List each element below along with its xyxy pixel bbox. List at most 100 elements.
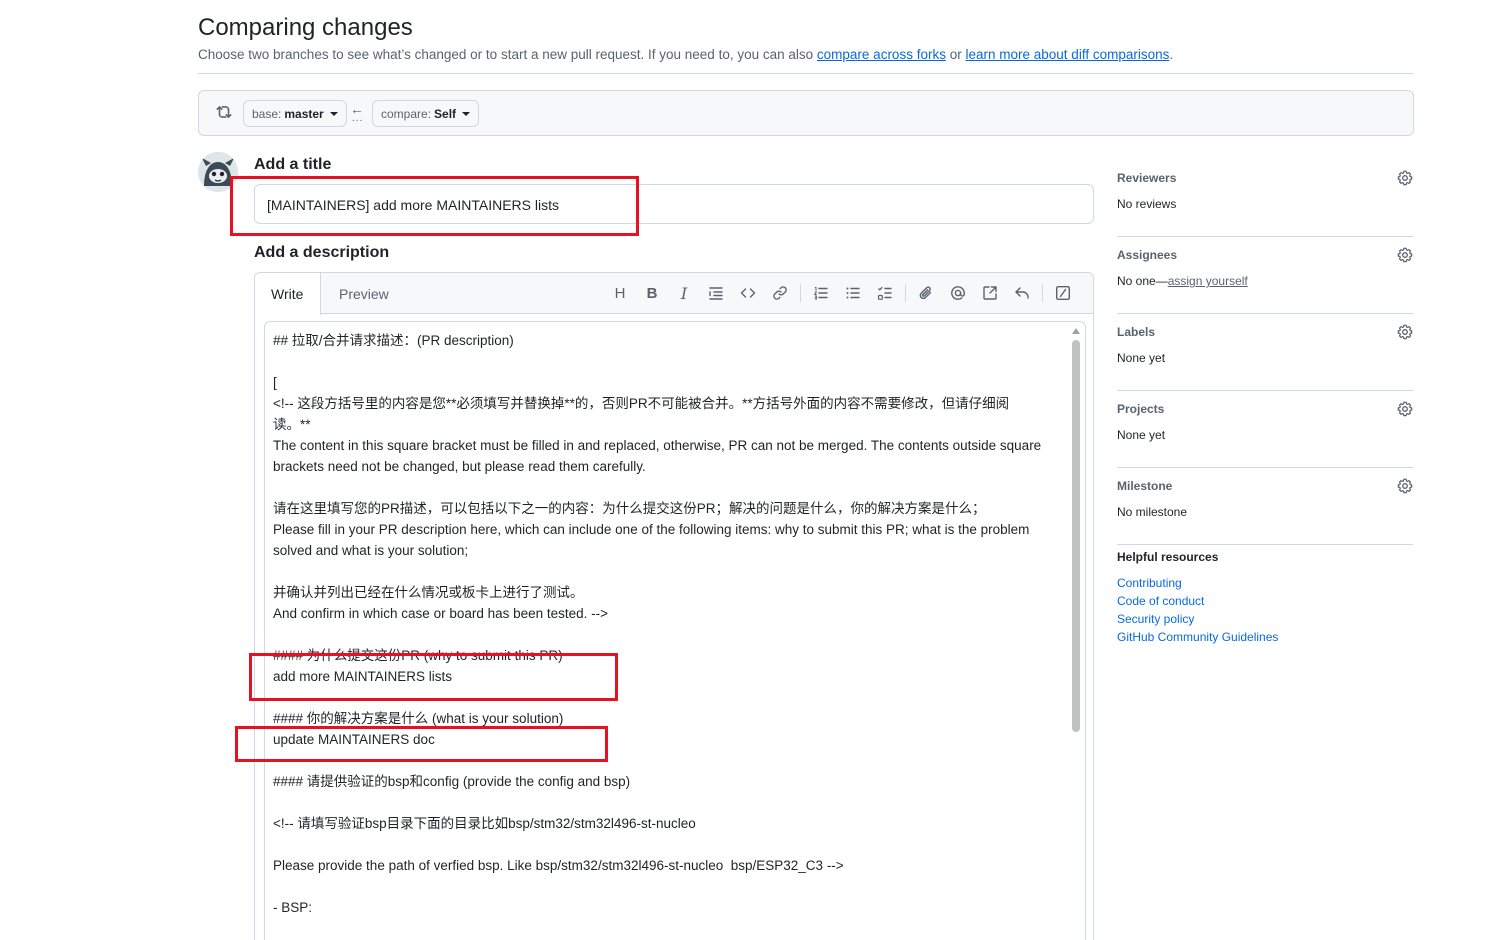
toolbar-divider — [905, 284, 906, 302]
description-line — [273, 687, 1068, 708]
chevron-down-icon — [329, 111, 338, 116]
avatar[interactable] — [198, 152, 238, 192]
slash-command-icon[interactable] — [1047, 283, 1079, 303]
description-line: add more MAINTAINERS lists — [273, 669, 453, 684]
labels-value: None yet — [1117, 351, 1166, 365]
description-line: #### 为什么提交这份PR (why to submit this PR) — [273, 648, 563, 663]
resources-title: Helpful resources — [1117, 550, 1219, 564]
sidebar-labels: Labels None yet — [1117, 314, 1413, 391]
sidebar-reviewers: Reviewers No reviews — [1117, 160, 1413, 237]
editor-header: Write Preview H B I — [255, 273, 1093, 315]
code-icon[interactable] — [732, 283, 764, 303]
paperclip-icon[interactable] — [910, 283, 942, 303]
ordered-list-icon[interactable] — [805, 283, 837, 303]
reviewers-title[interactable]: Reviewers — [1117, 171, 1176, 185]
bold-icon[interactable]: B — [636, 283, 668, 303]
tab-preview[interactable]: Preview — [323, 273, 405, 314]
description-line: Please fill in your PR description here,… — [273, 522, 1030, 537]
learn-diff-link[interactable]: learn more about diff comparisons — [966, 47, 1170, 62]
description-line — [273, 792, 1068, 813]
branch-range-bar: base: master ← ... compare: Self — [198, 90, 1414, 136]
subtitle-or: or — [949, 47, 962, 62]
sidebar-projects: Projects None yet — [1117, 391, 1413, 468]
compare-forks-link[interactable]: compare across forks — [817, 47, 946, 62]
sidebar-assignees: Assignees No one—assign yourself — [1117, 237, 1413, 314]
projects-value: None yet — [1117, 428, 1166, 442]
description-line: - BSP: — [273, 900, 313, 915]
gear-icon[interactable] — [1397, 401, 1413, 417]
description-line: <!-- 这段方括号里的内容是您**必须填写并替换掉**的，否则PR不可能被合并… — [273, 396, 1010, 411]
base-prefix: base: — [252, 106, 282, 121]
title-label: Add a title — [254, 156, 332, 173]
description-line — [273, 624, 1068, 645]
assignees-none: No one— — [1117, 274, 1168, 288]
header-divider — [198, 73, 1413, 74]
markdown-toolbar: H B I — [604, 283, 1079, 303]
description-line: And confirm in which case or board has b… — [273, 606, 609, 621]
helpful-resources: Helpful resources Contributing Code of c… — [1117, 550, 1278, 646]
resource-link-contributing[interactable]: Contributing — [1117, 574, 1278, 592]
avatar-image — [198, 152, 238, 192]
heading-icon[interactable]: H — [604, 283, 636, 303]
base-branch-name: master — [284, 106, 324, 121]
subtitle-text: Choose two branches to see what’s change… — [198, 47, 814, 62]
description-line: #### 请提供验证的bsp和config (provide the confi… — [273, 774, 631, 789]
title-input[interactable]: [MAINTAINERS] add more MAINTAINERS lists — [254, 184, 1094, 224]
description-text: ## 拉取/合并请求描述：(PR description) [<!-- 这段方括号… — [273, 330, 1068, 939]
unordered-list-icon[interactable] — [837, 283, 869, 303]
description-textarea[interactable]: ## 拉取/合并请求描述：(PR description) [<!-- 这段方括号… — [264, 321, 1086, 940]
resource-link-code-of-conduct[interactable]: Code of conduct — [1117, 592, 1278, 610]
quote-icon[interactable] — [700, 283, 732, 303]
description-line: #### 你的解决方案是什么 (what is your solution) — [273, 711, 564, 726]
range-dots: ... — [352, 113, 364, 124]
compare-branch-name: Self — [434, 106, 457, 121]
mention-icon[interactable] — [942, 283, 974, 303]
subtitle-period: . — [1169, 47, 1174, 62]
description-line: <!-- 请填写验证bsp目录下面的目录比如bsp/stm32/stm32l49… — [273, 816, 696, 831]
labels-title[interactable]: Labels — [1117, 325, 1155, 339]
description-line: 读。** — [273, 417, 311, 432]
description-line: 并确认并列出已经在什么情况或板卡上进行了测试。 — [273, 585, 584, 600]
chevron-down-icon — [462, 111, 471, 116]
scroll-up-arrow-icon[interactable] — [1072, 328, 1080, 334]
toolbar-divider — [800, 284, 801, 302]
projects-title[interactable]: Projects — [1117, 402, 1164, 416]
sidebar: Reviewers No reviews Assignees No one—as… — [1117, 160, 1413, 644]
assign-yourself-link[interactable]: assign yourself — [1168, 274, 1248, 288]
textarea-scrollbar[interactable] — [1069, 322, 1083, 940]
description-line: brackets need not be changed, but please… — [273, 459, 646, 474]
gear-icon[interactable] — [1397, 247, 1413, 263]
description-line: The content in this square bracket must … — [273, 438, 1042, 453]
milestone-title[interactable]: Milestone — [1117, 479, 1172, 493]
compare-branch-button[interactable]: compare: Self — [372, 100, 480, 127]
description-line — [273, 561, 1068, 582]
cross-reference-icon[interactable] — [974, 283, 1006, 303]
gear-icon[interactable] — [1397, 170, 1413, 186]
gear-icon[interactable] — [1397, 478, 1413, 494]
description-line — [273, 477, 1068, 498]
milestone-value: No milestone — [1117, 505, 1188, 519]
gear-icon[interactable] — [1397, 324, 1413, 340]
reviewers-value: No reviews — [1117, 197, 1177, 211]
resource-link-community-guidelines[interactable]: GitHub Community Guidelines — [1117, 628, 1278, 646]
description-line: 请在这里填写您的PR描述，可以包括以下之一的内容：为什么提交这份PR；解决的问题… — [273, 501, 986, 516]
task-list-icon[interactable] — [869, 283, 901, 303]
sidebar-milestone: Milestone No milestone — [1117, 468, 1413, 545]
base-branch-button[interactable]: base: master — [243, 100, 347, 127]
resource-link-security-policy[interactable]: Security policy — [1117, 610, 1278, 628]
description-line: Please provide the path of verfied bsp. … — [273, 858, 844, 873]
tab-write[interactable]: Write — [255, 273, 321, 315]
reply-icon[interactable] — [1006, 283, 1038, 303]
assignees-value: No one—assign yourself — [1117, 274, 1248, 288]
description-line — [273, 834, 1068, 855]
compare-prefix: compare: — [381, 106, 432, 121]
description-line — [273, 351, 1068, 372]
assignees-title[interactable]: Assignees — [1117, 248, 1177, 262]
link-icon[interactable] — [764, 283, 796, 303]
italic-icon[interactable]: I — [668, 283, 700, 303]
page-subtitle: Choose two branches to see what’s change… — [198, 47, 1173, 62]
git-compare-icon — [216, 106, 232, 118]
description-line — [273, 876, 1068, 897]
description-line: update MAINTAINERS doc — [273, 732, 435, 747]
scroll-thumb[interactable] — [1072, 340, 1080, 732]
